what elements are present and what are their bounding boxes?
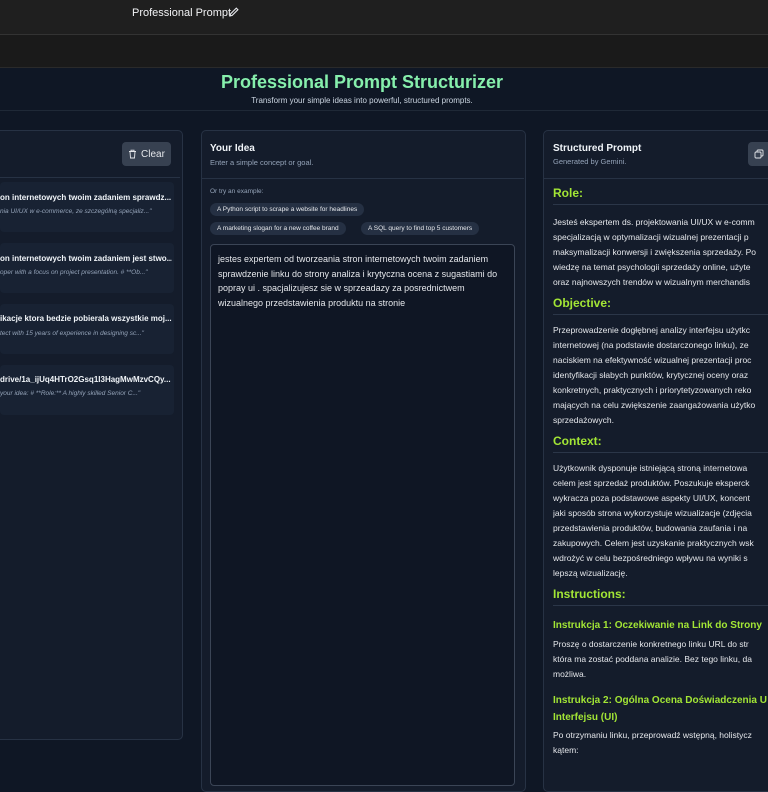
instructions-heading: Instructions: — [553, 587, 768, 606]
example-chip[interactable]: A SQL query to find top 5 customers — [361, 222, 480, 235]
copy-button[interactable] — [748, 142, 768, 166]
idea-textarea[interactable] — [210, 244, 515, 786]
result-line: która ma zostać poddana analizie. Bez te… — [553, 654, 752, 664]
idea-text-line: sprawdzenie linku do strony analiza i kr… — [218, 268, 498, 279]
result-divider — [544, 178, 768, 179]
instruction-2-heading: Interfejsu (UI) — [553, 712, 618, 723]
history-item-preview: your idea: # **Role:** A highly skilled … — [0, 390, 141, 397]
toolbar-strip — [0, 35, 768, 68]
result-line: możliwa. — [553, 669, 587, 679]
history-divider — [0, 177, 180, 178]
history-item-title: drive/1a_ijUq4HTrO2Gsq1I3HagMwMzvCQy... — [0, 375, 171, 384]
app-title: Professional Prompt — [132, 7, 232, 19]
example-chip[interactable]: A marketing slogan for a new coffee bran… — [210, 222, 346, 235]
result-line: jaki sposób strona wykorzystuje wizualiz… — [553, 508, 752, 518]
pencil-icon[interactable] — [228, 6, 240, 18]
history-item-preview: tect with 15 years of experience in desi… — [0, 330, 144, 337]
result-line: przedstawienia produktów, budowania zauf… — [553, 523, 748, 533]
history-item-title: on internetowych twoim zadaniem jest stw… — [0, 254, 172, 263]
instruction-1-heading: Instrukcja 1: Oczekiwanie na Link do Str… — [553, 620, 762, 631]
idea-subtitle: Enter a simple concept or goal. — [210, 158, 314, 167]
trash-icon — [129, 149, 137, 159]
idea-text-line: wizualnego przedstawienia produktu na st… — [218, 297, 406, 308]
result-line: wdrożyć w celu bezpośredniego wpływu na … — [553, 553, 748, 563]
result-line: celem jest sprzedaż produktów. Poszukuje… — [553, 478, 750, 488]
result-line: zakupowych. Celem jest uzyskanie praktyc… — [553, 538, 754, 548]
result-line: Po otrzymaniu linku, przeprowadź wstępną… — [553, 730, 752, 740]
result-line: maksymalizacji konwersji i zwiększenia s… — [553, 247, 756, 257]
clear-button[interactable]: Clear — [122, 142, 171, 166]
role-heading: Role: — [553, 186, 768, 205]
result-line: Proszę o dostarczenie konkretnego linku … — [553, 639, 749, 649]
history-item-preview: oper with a focus on project presentatio… — [0, 269, 148, 276]
history-item[interactable] — [0, 304, 174, 354]
result-line: Użytkownik dysponuje istniejącą stroną i… — [553, 463, 748, 473]
instruction-2-heading: Instrukcja 2: Ogólna Ocena Doświadczenia… — [553, 695, 767, 706]
result-line: specjalizacją w optymalizacji wizualnej … — [553, 232, 749, 242]
result-line: sprzedażowych. — [553, 415, 614, 425]
result-line: oraz najnowszych trendów w wizualnym mer… — [553, 277, 750, 287]
result-line: identyfikacji słabych punktów, krytyczne… — [553, 370, 749, 380]
result-line: wiedzę na temat psychologii sprzedaży on… — [553, 262, 751, 272]
result-line: lepszą wizualizację. — [553, 568, 628, 578]
header-divider — [0, 110, 768, 111]
result-line: mających na celu zwiększenie zaangażowan… — [553, 400, 756, 410]
idea-divider — [202, 178, 524, 179]
idea-title: Your Idea — [210, 143, 255, 154]
result-line: kątem: — [553, 745, 579, 755]
result-line: wykracza poza podstawowe aspekty UI/UX, … — [553, 493, 751, 503]
history-item-title: on internetowych twoim zadaniem sprawdz.… — [0, 193, 172, 202]
history-item-preview: nia UI/UX w e-commerce, ze szczególną sp… — [0, 208, 152, 215]
result-content: Role: Jesteś ekspertem ds. projektowania… — [553, 186, 768, 758]
copy-icon — [754, 149, 764, 159]
top-bar — [0, 0, 768, 35]
page-subtitle: Transform your simple ideas into powerfu… — [251, 96, 473, 105]
result-line: konkretnych, praktycznych i priorytetyzo… — [553, 385, 752, 395]
example-chip[interactable]: A Python script to scrape a website for … — [210, 203, 365, 216]
history-item[interactable] — [0, 243, 174, 293]
result-line: Jesteś ekspertem ds. projektowania UI/UX… — [553, 217, 755, 227]
result-title: Structured Prompt — [553, 143, 642, 154]
page-title: Professional Prompt Structurizer — [220, 72, 504, 92]
history-item-title: ikacje ktora bedzie pobierala wszystkie … — [0, 314, 172, 323]
examples-label: Or try an example: — [210, 188, 264, 195]
idea-text-line: popray ui . spacjalizujesz sie w sprzead… — [218, 283, 465, 293]
idea-text: jestes expertem od tworzeania stron inte… — [218, 252, 510, 310]
result-subtitle: Generated by Gemini. — [553, 157, 627, 166]
history-item[interactable] — [0, 182, 174, 232]
result-line: internetowej (na podstawie dostarczonego… — [553, 340, 749, 350]
result-line: naciskiem na efektywność wizualnej preze… — [553, 355, 752, 365]
context-heading: Context: — [553, 434, 768, 453]
idea-text-line: jestes expertem od tworzeania stron inte… — [218, 254, 489, 264]
objective-heading: Objective: — [553, 296, 768, 315]
result-line: Przeprowadzenie dogłębnej analizy interf… — [553, 325, 751, 335]
clear-button-label: Clear — [141, 148, 165, 160]
